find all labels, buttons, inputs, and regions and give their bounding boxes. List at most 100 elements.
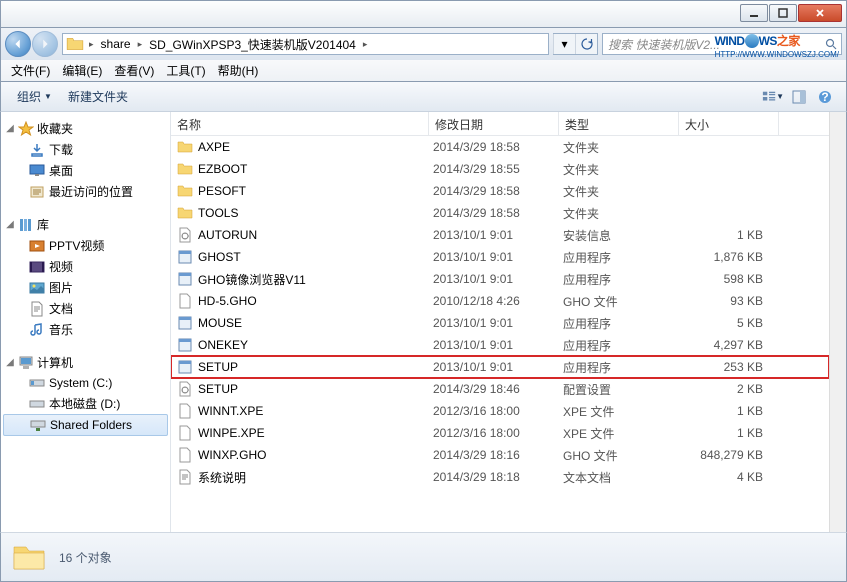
scrollbar[interactable] <box>829 112 846 532</box>
file-name: WINPE.XPE <box>198 426 433 440</box>
file-type: 应用程序 <box>563 271 683 288</box>
network-drive-icon <box>30 417 46 433</box>
desktop-icon <box>29 163 45 179</box>
file-date: 2013/10/1 9:01 <box>433 316 563 330</box>
sidebar-item-pptv[interactable]: PPTV视频 <box>1 235 170 256</box>
sidebar-item-drive-c[interactable]: System (C:) <box>1 373 170 393</box>
breadcrumb-item[interactable]: share <box>96 34 136 54</box>
file-row[interactable]: TOOLS2014/3/29 18:58文件夹 <box>171 202 829 224</box>
sidebar-item-desktop[interactable]: 桌面 <box>1 160 170 181</box>
file-name: SETUP <box>198 360 433 374</box>
menu-bar: 文件(F) 编辑(E) 查看(V) 工具(T) 帮助(H) <box>0 60 847 82</box>
sidebar-item-shared-folders[interactable]: Shared Folders <box>3 414 168 436</box>
sidebar-favorites-header[interactable]: ◢收藏夹 <box>1 118 170 139</box>
file-date: 2013/10/1 9:01 <box>433 228 563 242</box>
file-row[interactable]: EZBOOT2014/3/29 18:55文件夹 <box>171 158 829 180</box>
drive-icon <box>29 375 45 391</box>
file-type: 应用程序 <box>563 359 683 376</box>
maximize-button[interactable] <box>769 4 797 22</box>
new-folder-button[interactable]: 新建文件夹 <box>60 85 136 108</box>
preview-pane-button[interactable] <box>788 86 810 108</box>
file-name: GHO镜像浏览器V11 <box>198 271 433 288</box>
file-size: 598 KB <box>683 272 773 286</box>
sidebar-item-videos[interactable]: 视频 <box>1 256 170 277</box>
sidebar-item-drive-d[interactable]: 本地磁盘 (D:) <box>1 393 170 414</box>
file-type: 文件夹 <box>563 139 683 156</box>
file-row[interactable]: GHO镜像浏览器V112013/10/1 9:01应用程序598 KB <box>171 268 829 290</box>
refresh-button[interactable] <box>575 34 597 54</box>
file-name: AUTORUN <box>198 228 433 242</box>
view-options-button[interactable]: ▼ <box>762 86 784 108</box>
file-name: WINNT.XPE <box>198 404 433 418</box>
menu-help[interactable]: 帮助(H) <box>212 60 265 81</box>
file-list[interactable]: AXPE2014/3/29 18:58文件夹EZBOOT2014/3/29 18… <box>171 136 829 532</box>
file-row[interactable]: WINNT.XPE2012/3/16 18:00XPE 文件1 KB <box>171 400 829 422</box>
file-row[interactable]: WINXP.GHO2014/3/29 18:16GHO 文件848,279 KB <box>171 444 829 466</box>
file-name: PESOFT <box>198 184 433 198</box>
minimize-button[interactable] <box>740 4 768 22</box>
menu-tools[interactable]: 工具(T) <box>160 60 211 81</box>
documents-icon <box>29 301 45 317</box>
file-type: 应用程序 <box>563 337 683 354</box>
sidebar-computer-header[interactable]: ◢计算机 <box>1 352 170 373</box>
history-dropdown-button[interactable]: ▾ <box>553 34 575 54</box>
file-row[interactable]: HD-5.GHO2010/12/18 4:26GHO 文件93 KB <box>171 290 829 312</box>
menu-file[interactable]: 文件(F) <box>5 60 56 81</box>
nav-forward-button[interactable] <box>32 31 58 57</box>
help-button[interactable]: ? <box>814 86 836 108</box>
file-date: 2013/10/1 9:01 <box>433 360 563 374</box>
file-row[interactable]: PESOFT2014/3/29 18:58文件夹 <box>171 180 829 202</box>
file-name: GHOST <box>198 250 433 264</box>
file-row[interactable]: 系统说明2014/3/29 18:18文本文档4 KB <box>171 466 829 488</box>
drive-icon <box>29 396 45 412</box>
file-row[interactable]: AXPE2014/3/29 18:58文件夹 <box>171 136 829 158</box>
column-size[interactable]: 大小 <box>679 112 779 135</box>
file-row[interactable]: WINPE.XPE2012/3/16 18:00XPE 文件1 KB <box>171 422 829 444</box>
sidebar-item-downloads[interactable]: 下载 <box>1 139 170 160</box>
file-type: 文本文档 <box>563 469 683 486</box>
breadcrumb-item[interactable]: SD_GWinXPSP3_快速装机版V201404 <box>144 34 361 54</box>
sidebar-item-recent[interactable]: 最近访问的位置 <box>1 181 170 202</box>
file-size: 5 KB <box>683 316 773 330</box>
column-type[interactable]: 类型 <box>559 112 679 135</box>
file-type: 应用程序 <box>563 315 683 332</box>
toolbar: 组织 ▼ 新建文件夹 ▼ ? <box>0 82 847 112</box>
pictures-icon <box>29 280 45 296</box>
close-button[interactable] <box>798 4 842 22</box>
file-size: 4 KB <box>683 470 773 484</box>
column-name[interactable]: 名称 <box>171 112 429 135</box>
sidebar-item-documents[interactable]: 文档 <box>1 298 170 319</box>
music-icon <box>29 322 45 338</box>
file-row[interactable]: MOUSE2013/10/1 9:01应用程序5 KB <box>171 312 829 334</box>
search-input[interactable]: 搜索 快速装机版V2... WINDWS之家 HTTP://WWW.WINDOW… <box>602 33 842 55</box>
address-row: ▸ share ▸ SD_GWinXPSP3_快速装机版V201404 ▸ ▾ … <box>0 28 847 60</box>
collapse-icon: ◢ <box>5 357 15 368</box>
file-name: ONEKEY <box>198 338 433 352</box>
sidebar-libraries-header[interactable]: ◢库 <box>1 214 170 235</box>
collapse-icon: ◢ <box>5 123 15 134</box>
file-row[interactable]: SETUP2013/10/1 9:01应用程序253 KB <box>171 356 829 378</box>
sidebar-item-music[interactable]: 音乐 <box>1 319 170 340</box>
folder-icon <box>66 35 84 53</box>
column-date[interactable]: 修改日期 <box>429 112 559 135</box>
organize-button[interactable]: 组织 ▼ <box>9 85 60 108</box>
file-size: 93 KB <box>683 294 773 308</box>
nav-back-button[interactable] <box>5 31 31 57</box>
file-row[interactable]: SETUP2014/3/29 18:46配置设置2 KB <box>171 378 829 400</box>
menu-view[interactable]: 查看(V) <box>108 60 160 81</box>
sidebar-item-pictures[interactable]: 图片 <box>1 277 170 298</box>
file-row[interactable]: GHOST2013/10/1 9:01应用程序1,876 KB <box>171 246 829 268</box>
file-row[interactable]: ONEKEY2013/10/1 9:01应用程序4,297 KB <box>171 334 829 356</box>
menu-edit[interactable]: 编辑(E) <box>56 60 108 81</box>
file-size: 1,876 KB <box>683 250 773 264</box>
column-headers: 名称 修改日期 类型 大小 <box>171 112 829 136</box>
file-type: 文件夹 <box>563 161 683 178</box>
chevron-right-icon: ▸ <box>361 39 370 50</box>
file-size: 4,297 KB <box>683 338 773 352</box>
file-row[interactable]: AUTORUN2013/10/1 9:01安装信息1 KB <box>171 224 829 246</box>
address-bar[interactable]: ▸ share ▸ SD_GWinXPSP3_快速装机版V201404 ▸ <box>62 33 549 55</box>
star-icon <box>18 121 34 137</box>
search-icon <box>821 38 841 50</box>
file-name: MOUSE <box>198 316 433 330</box>
file-date: 2014/3/29 18:58 <box>433 206 563 220</box>
